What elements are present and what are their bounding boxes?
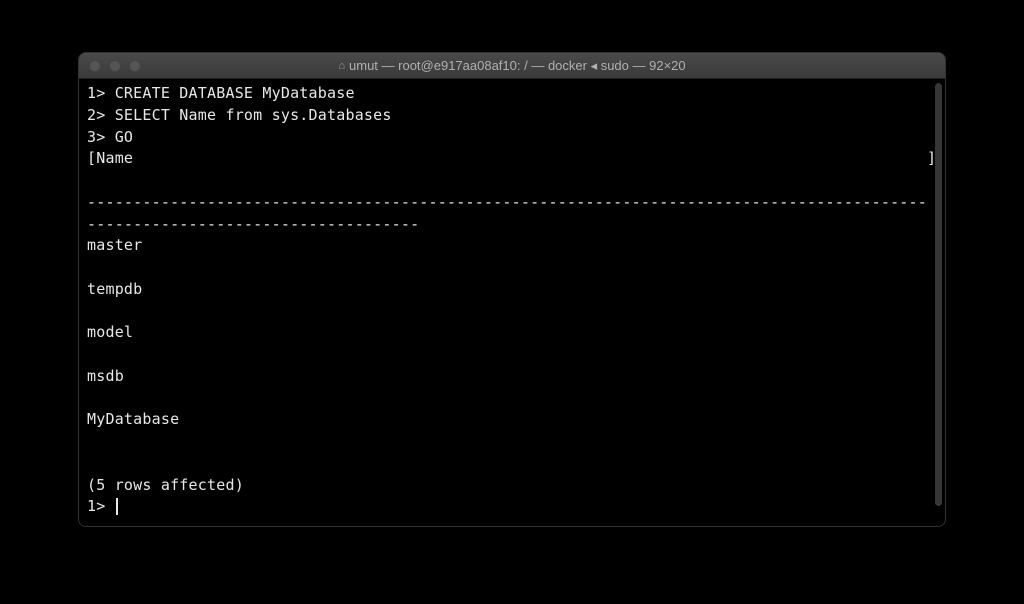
scrollbar[interactable]	[935, 83, 942, 506]
terminal-line: tempdb	[87, 280, 142, 298]
terminal-line: 3> GO	[87, 128, 133, 146]
traffic-lights	[89, 60, 141, 72]
terminal-line: [Name ]	[87, 149, 936, 167]
terminal-line: MyDatabase	[87, 410, 179, 428]
cursor-icon	[116, 498, 118, 515]
terminal-window: ⌂ umut — root@e917aa08af10: / — docker ◂…	[78, 52, 946, 527]
terminal-body[interactable]: 1> CREATE DATABASE MyDatabase 2> SELECT …	[79, 79, 945, 526]
terminal-prompt: 1>	[87, 497, 115, 515]
terminal-line: ----------------------------------------…	[87, 193, 927, 211]
home-icon: ⌂	[338, 60, 345, 72]
maximize-button[interactable]	[129, 60, 141, 72]
window-titlebar[interactable]: ⌂ umut — root@e917aa08af10: / — docker ◂…	[79, 53, 945, 79]
terminal-line: model	[87, 323, 133, 341]
terminal-line: 2> SELECT Name from sys.Databases	[87, 106, 392, 124]
terminal-line: master	[87, 236, 142, 254]
terminal-line: ------------------------------------	[87, 215, 419, 233]
terminal-line: (5 rows affected)	[87, 476, 244, 494]
close-button[interactable]	[89, 60, 101, 72]
terminal-line: msdb	[87, 367, 124, 385]
window-title: ⌂ umut — root@e917aa08af10: / — docker ◂…	[79, 58, 945, 74]
window-title-text: umut — root@e917aa08af10: / — docker ◂ s…	[349, 58, 686, 74]
minimize-button[interactable]	[109, 60, 121, 72]
terminal-line: 1> CREATE DATABASE MyDatabase	[87, 84, 355, 102]
terminal-content[interactable]: 1> CREATE DATABASE MyDatabase 2> SELECT …	[87, 83, 937, 518]
